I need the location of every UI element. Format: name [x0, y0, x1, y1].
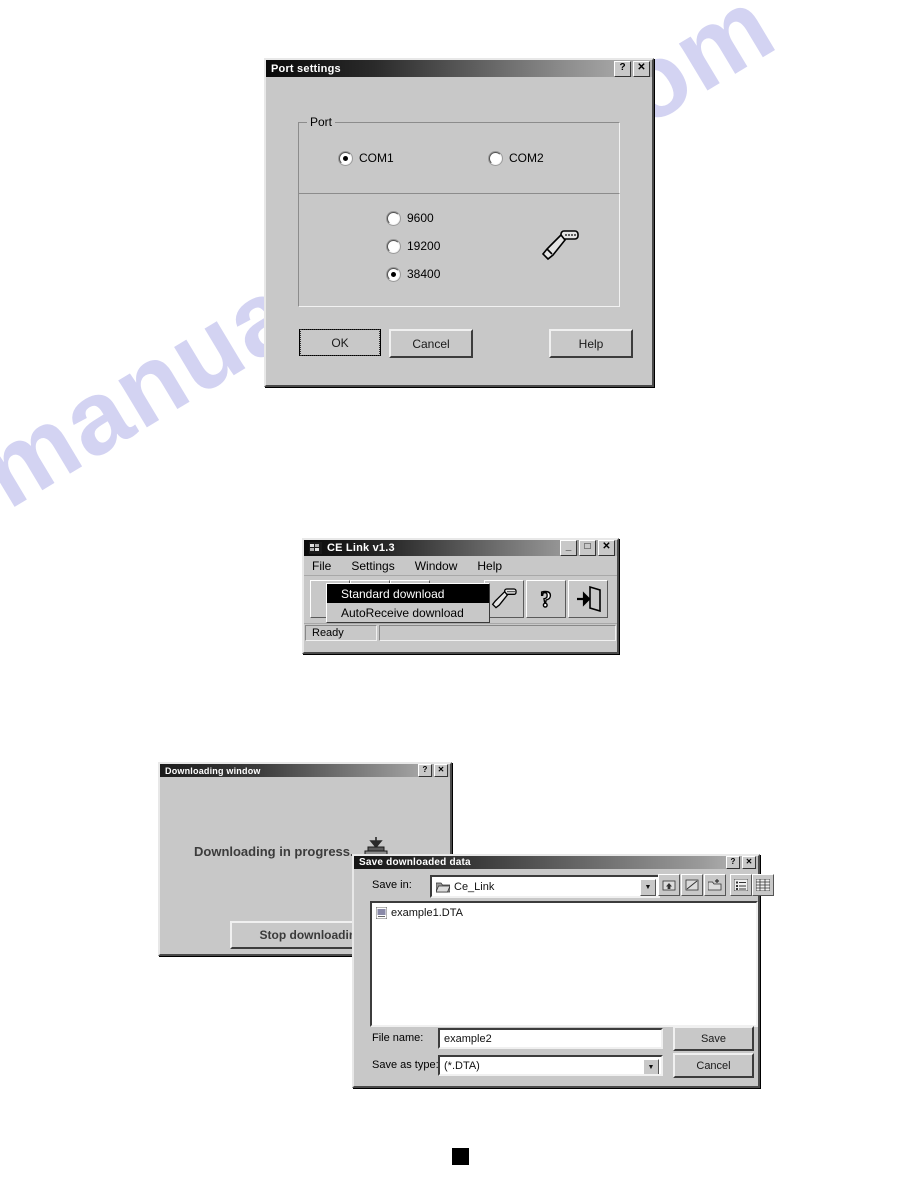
menu-window[interactable]: Window — [415, 559, 458, 573]
port-settings-titlebar: Port settings ? ✕ — [266, 60, 652, 77]
radio-19200[interactable]: 19200 — [387, 239, 440, 253]
help-button[interactable]: ? — [614, 60, 631, 77]
radio-9600[interactable]: 9600 — [387, 211, 434, 225]
save-button[interactable]: Save — [673, 1026, 754, 1051]
radio-label-com2: COM2 — [509, 151, 544, 165]
menu-item-standard-download[interactable]: Standard download — [327, 584, 489, 603]
radio-com2[interactable]: COM2 — [489, 151, 544, 165]
radio-dot-19200 — [387, 239, 400, 253]
radio-dot-38400 — [387, 267, 400, 281]
cancel-button[interactable]: Cancel — [673, 1053, 754, 1078]
save-in-value: Ce_Link — [454, 880, 495, 893]
radio-dot-9600 — [387, 211, 400, 225]
chevron-down-icon[interactable]: ▼ — [643, 1059, 659, 1074]
save-dialog-titlebar: Save downloaded data ? ✕ — [354, 856, 758, 869]
menu-settings[interactable]: Settings — [351, 559, 394, 573]
help-button[interactable]: ? — [418, 764, 432, 777]
status-text: Ready — [305, 625, 377, 641]
ok-button[interactable]: OK — [299, 329, 381, 356]
radio-label-9600: 9600 — [407, 211, 434, 225]
file-name-label: File name: — [372, 1032, 424, 1044]
downloading-title: Downloading window — [165, 765, 261, 776]
radio-dot-com2 — [489, 151, 502, 165]
chevron-down-icon[interactable]: ▼ — [640, 879, 656, 896]
menu-file[interactable]: File — [312, 559, 331, 573]
up-folder-glyph — [662, 880, 676, 891]
help-button[interactable]: ? — [726, 856, 740, 869]
file-name-input[interactable]: example2 — [438, 1028, 663, 1049]
dta-file-icon — [376, 907, 387, 919]
file-list[interactable]: example1.DTA — [370, 901, 758, 1027]
new-folder-icon[interactable] — [704, 874, 726, 896]
ce-link-statusbar: Ready — [304, 624, 617, 642]
close-icon[interactable]: ✕ — [434, 764, 448, 777]
close-icon[interactable]: ✕ — [633, 60, 650, 77]
list-item[interactable]: example1.DTA — [376, 907, 756, 919]
list-view-glyph — [734, 879, 748, 891]
radio-label-19200: 19200 — [407, 239, 441, 253]
maximize-icon[interactable]: □ — [579, 540, 596, 556]
save-in-label: Save in: — [372, 879, 412, 891]
downloading-titlebar: Downloading window ? ✕ — [160, 764, 450, 777]
close-icon[interactable]: ✕ — [598, 540, 615, 556]
ce-link-toolbar: ? Standard download AutoReceive download — [304, 576, 617, 624]
port-group-label: Port — [307, 115, 336, 129]
exit-door-icon — [576, 586, 601, 612]
port-group: Port COM1 COM2 — [298, 115, 620, 194]
serial-connector-icon — [541, 230, 579, 261]
toolbar-button-help[interactable]: ? — [526, 580, 566, 618]
save-as-type-combo[interactable]: (*.DTA) ▼ — [438, 1055, 663, 1076]
file-name-item: example1.DTA — [391, 907, 463, 919]
ce-link-menubar: File Settings Window Help — [304, 556, 617, 576]
baud-group: 9600 19200 38400 — [298, 193, 620, 307]
file-menu-dropdown: Standard download AutoReceive download — [326, 583, 490, 623]
svg-text:?: ? — [540, 587, 552, 612]
menu-item-autoreceive-download[interactable]: AutoReceive download — [327, 603, 489, 622]
save-in-combo[interactable]: Ce_Link ▼ — [430, 875, 660, 898]
desktop-glyph — [685, 879, 699, 891]
save-dialog-title: Save downloaded data — [359, 857, 471, 868]
radio-dot-com1 — [339, 151, 352, 165]
desktop-icon[interactable] — [681, 874, 703, 896]
up-one-level-icon[interactable] — [658, 874, 680, 896]
radio-com1[interactable]: COM1 — [339, 151, 394, 165]
menu-help[interactable]: Help — [477, 559, 502, 573]
toolbar-button-exit[interactable] — [568, 580, 608, 618]
help-dialog-button[interactable]: Help — [549, 329, 633, 358]
serial-connector-icon — [491, 588, 517, 609]
port-settings-title: Port settings — [271, 62, 341, 75]
new-folder-glyph — [708, 879, 722, 891]
port-settings-dialog: Port settings ? ✕ Port COM1 COM2 9600 19… — [264, 58, 654, 387]
radio-38400[interactable]: 38400 — [387, 267, 440, 281]
question-mark-icon: ? — [540, 586, 553, 612]
details-view-icon[interactable] — [752, 874, 774, 896]
details-view-glyph — [756, 879, 770, 891]
radio-label-com1: COM1 — [359, 151, 394, 165]
ce-link-titlebar: CE Link v1.3 _ □ ✕ — [304, 540, 617, 556]
save-as-type-value: (*.DTA) — [444, 1059, 480, 1072]
ce-link-window: CE Link v1.3 _ □ ✕ File Settings Window … — [302, 538, 619, 654]
list-view-icon[interactable] — [730, 874, 752, 896]
minimize-icon[interactable]: _ — [560, 540, 577, 556]
toolbar-button-connector[interactable] — [484, 580, 524, 618]
radio-label-38400: 38400 — [407, 267, 441, 281]
status-cell-2 — [379, 625, 616, 641]
save-downloaded-data-dialog: Save downloaded data ? ✕ Save in: Ce_Lin… — [352, 854, 774, 1088]
ok-button-label: OK — [300, 329, 380, 356]
folder-icon — [436, 882, 450, 892]
save-as-type-label: Save as type: — [372, 1059, 439, 1071]
app-icon — [309, 542, 322, 554]
cancel-button[interactable]: Cancel — [389, 329, 473, 358]
page-number-marker — [452, 1148, 469, 1165]
ce-link-title: CE Link v1.3 — [327, 542, 395, 554]
close-icon[interactable]: ✕ — [742, 856, 756, 869]
progress-text: Downloading in progress... — [194, 844, 361, 859]
